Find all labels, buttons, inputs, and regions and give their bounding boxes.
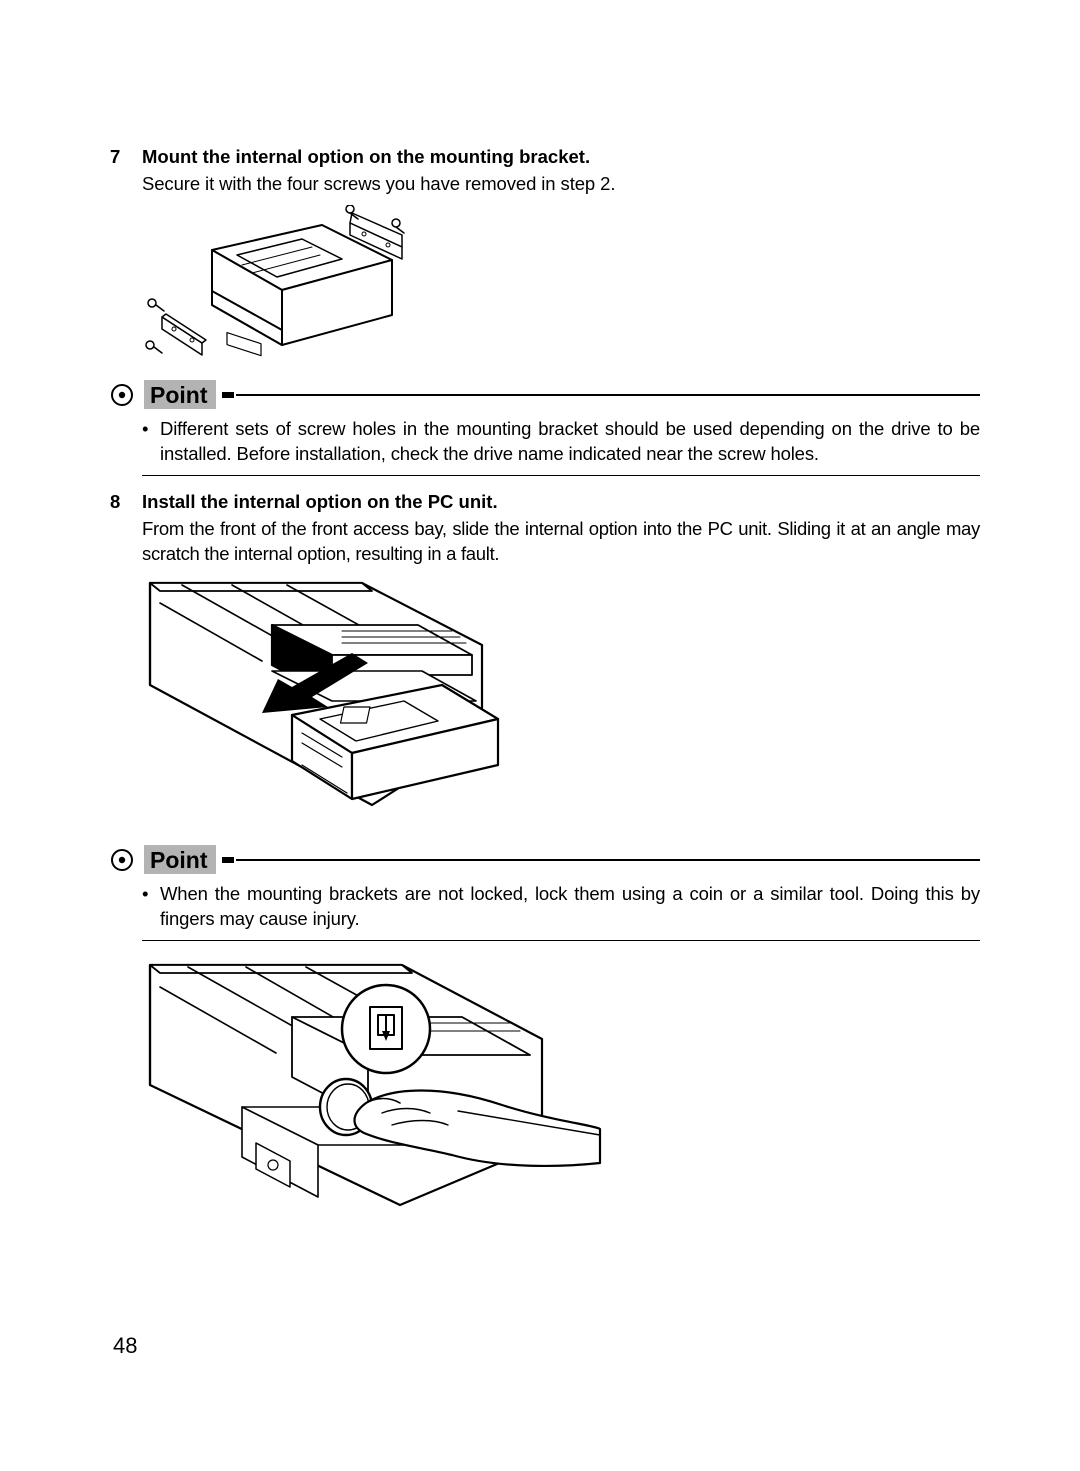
point-callout-1: Point • Different sets of screw holes in… [110,379,980,476]
step-body: Secure it with the four screws you have … [142,172,980,197]
step-number: 8 [110,490,142,515]
illustration-lock-with-coin [142,957,980,1207]
step-number: 7 [110,145,142,170]
page-number: 48 [113,1333,137,1359]
step-body: From the front of the front access bay, … [142,517,980,567]
illustration-bracket-screws [142,205,980,365]
point-icon [110,848,134,872]
point-text: When the mounting brackets are not locke… [160,882,980,932]
illustration-slide-into-pc [142,575,980,830]
step-7: 7 Mount the internal option on the mount… [110,145,980,197]
point-label: Point [144,380,216,409]
step-title: Install the internal option on the PC un… [142,490,498,515]
point-icon [110,383,134,407]
point-label: Point [144,845,216,874]
step-title: Mount the internal option on the mountin… [142,145,590,170]
bullet-icon: • [142,882,160,932]
bullet-icon: • [142,417,160,467]
point-text: Different sets of screw holes in the mou… [160,417,980,467]
point-callout-2: Point • When the mounting brackets are n… [110,844,980,941]
step-8: 8 Install the internal option on the PC … [110,490,980,567]
